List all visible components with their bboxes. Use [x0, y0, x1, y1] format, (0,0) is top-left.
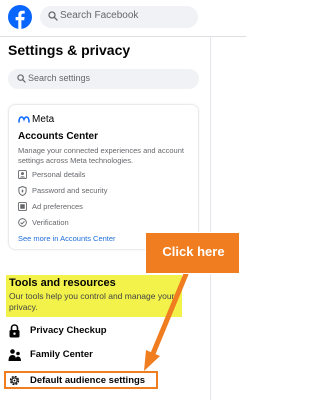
annotation-callout: Click here: [145, 232, 240, 274]
annotation-arrow: [144, 271, 189, 371]
callout-text: Click here: [162, 244, 225, 259]
